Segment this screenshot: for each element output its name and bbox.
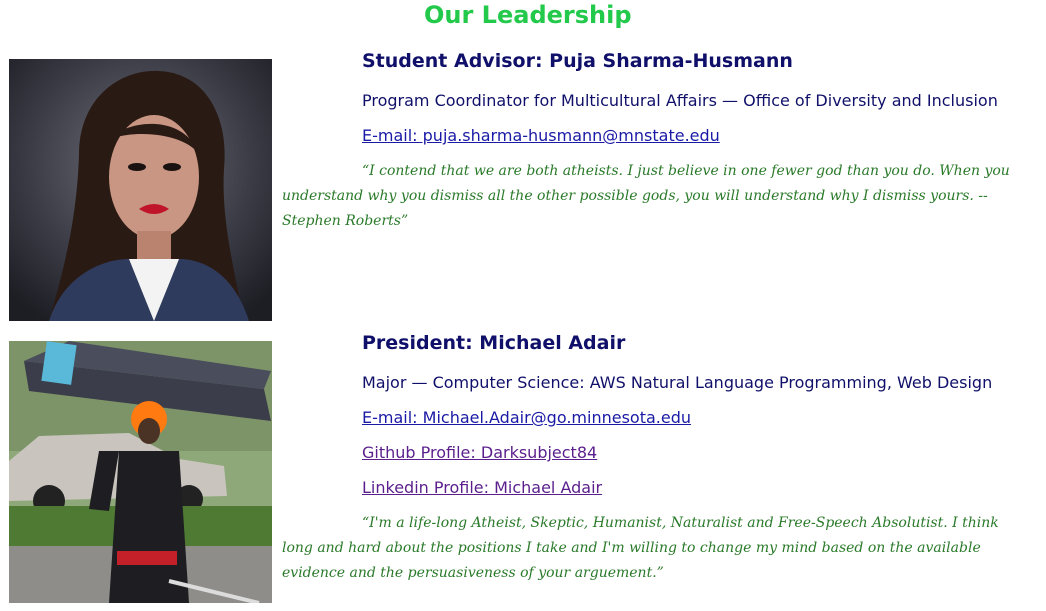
advisor-portrait-photo [9,59,272,321]
advisor-email-link[interactable]: E-mail: puja.sharma-husmann@mnstate.edu [362,126,720,145]
president-email-link[interactable]: E-mail: Michael.Adair@go.minnesota.edu [362,408,691,427]
president-cosplay-photo [9,341,272,603]
advisor-position-text: Program Coordinator for Multicultural Af… [362,91,998,110]
page-title: Our Leadership [424,1,632,29]
leader-card-advisor: Student Advisor: Puja Sharma-Husmann Pro… [0,46,1046,326]
president-github-link[interactable]: Github Profile: Darksubject84 [362,443,597,462]
president-linkedin-link[interactable]: Linkedin Profile: Michael Adair [362,478,602,497]
president-role-title: President: Michael Adair [362,332,626,354]
leader-card-president: President: Michael Adair Major — Compute… [0,328,1046,611]
president-major-text: Major — Computer Science: AWS Natural La… [362,373,993,392]
advisor-role-title: Student Advisor: Puja Sharma-Husmann [362,50,793,72]
advisor-quote: “I contend that we are both atheists. I … [282,163,1010,229]
president-quote: “I'm a life-long Atheist, Skeptic, Human… [282,515,999,581]
